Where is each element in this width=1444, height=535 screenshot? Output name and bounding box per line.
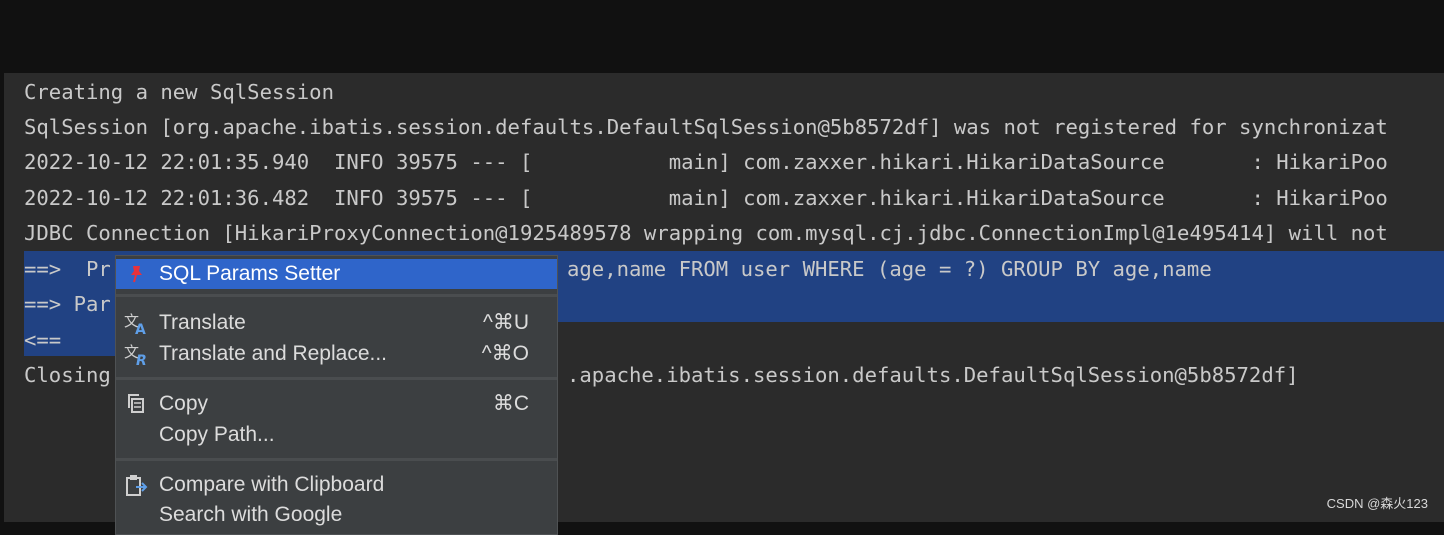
menu-item-sql-params-setter[interactable]: SQL Params Setter	[116, 259, 557, 289]
menu-item-shortcut: ^⌘O	[481, 342, 529, 365]
menu-item-shortcut: ⌘C	[492, 392, 529, 415]
sql-params-pin-icon	[124, 263, 148, 285]
menu-item-translate[interactable]: 文 A Translate ^⌘U	[116, 308, 557, 338]
menu-item-label: Translate	[159, 311, 246, 334]
console-line-selected: <==	[24, 328, 62, 352]
menu-item-label: Compare with Clipboard	[159, 473, 385, 496]
console-line-tail: .apache.ibatis.session.defaults.DefaultS…	[567, 363, 1299, 387]
console-line-selected: ==> Pr	[24, 257, 111, 281]
menu-item-translate-replace[interactable]: 文 R Translate and Replace... ^⌘O	[116, 339, 557, 369]
svg-text:R: R	[136, 353, 147, 367]
menu-item-copy[interactable]: Copy ⌘C	[116, 389, 557, 419]
svg-text:A: A	[135, 322, 146, 336]
console-line-selected: ==> Par	[24, 292, 111, 316]
console-line: Closing	[24, 363, 111, 387]
menu-item-label: Search with Google	[159, 503, 343, 526]
console-line: 2022-10-12 22:01:36.482 INFO 39575 --- […	[24, 186, 1388, 210]
console-line: JDBC Connection [HikariProxyConnection@1…	[24, 221, 1388, 245]
console-line: SqlSession [org.apache.ibatis.session.de…	[24, 115, 1388, 139]
watermark: CSDN @森火123	[1326, 496, 1428, 511]
menu-item-label: SQL Params Setter	[159, 262, 341, 285]
menu-item-copy-path[interactable]: Copy Path...	[116, 420, 557, 450]
translate-replace-icon: 文 R	[124, 343, 148, 369]
menu-item-label: Copy	[159, 392, 209, 415]
menu-separator	[116, 294, 557, 297]
menu-item-shortcut: ^⌘U	[482, 311, 529, 334]
menu-separator	[116, 377, 557, 380]
compare-clipboard-icon	[124, 474, 148, 496]
menu-item-label: Translate and Replace...	[159, 342, 388, 365]
context-menu: SQL Params Setter 文 A Translate ^⌘U 文 R …	[115, 255, 558, 535]
menu-separator	[116, 458, 557, 461]
menu-item-label: Copy Path...	[159, 423, 275, 446]
console-line: Creating a new SqlSession	[24, 80, 334, 104]
menu-item-compare-clipboard[interactable]: Compare with Clipboard	[116, 470, 557, 500]
console-line: 2022-10-12 22:01:35.940 INFO 39575 --- […	[24, 150, 1388, 174]
translate-icon: 文 A	[124, 312, 148, 338]
copy-icon	[124, 393, 148, 415]
console-line-selected-tail: age,name FROM user WHERE (age = ?) GROUP…	[567, 257, 1212, 281]
menu-item-search-google[interactable]: Search with Google	[116, 500, 557, 530]
